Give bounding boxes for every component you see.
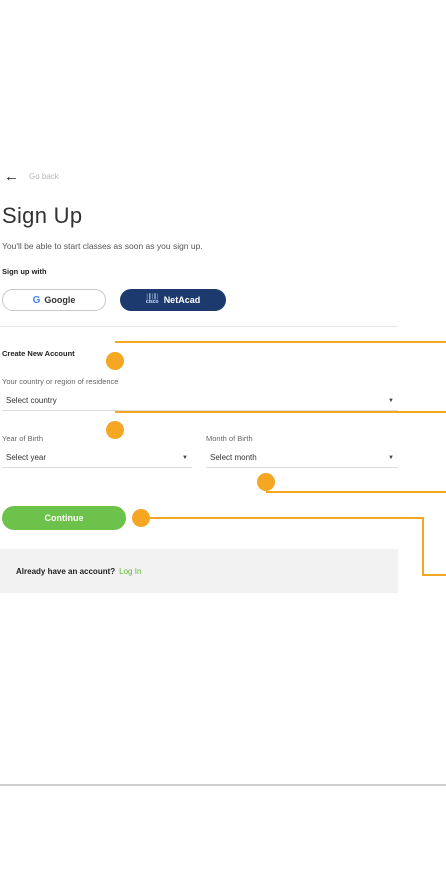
callout-line-4: [143, 517, 446, 576]
callout-marker-3: [257, 473, 275, 491]
callout-marker-1: [106, 352, 124, 370]
callout-marker-4: [132, 509, 150, 527]
callout-marker-2: [106, 421, 124, 439]
callout-lines: [115, 341, 446, 576]
